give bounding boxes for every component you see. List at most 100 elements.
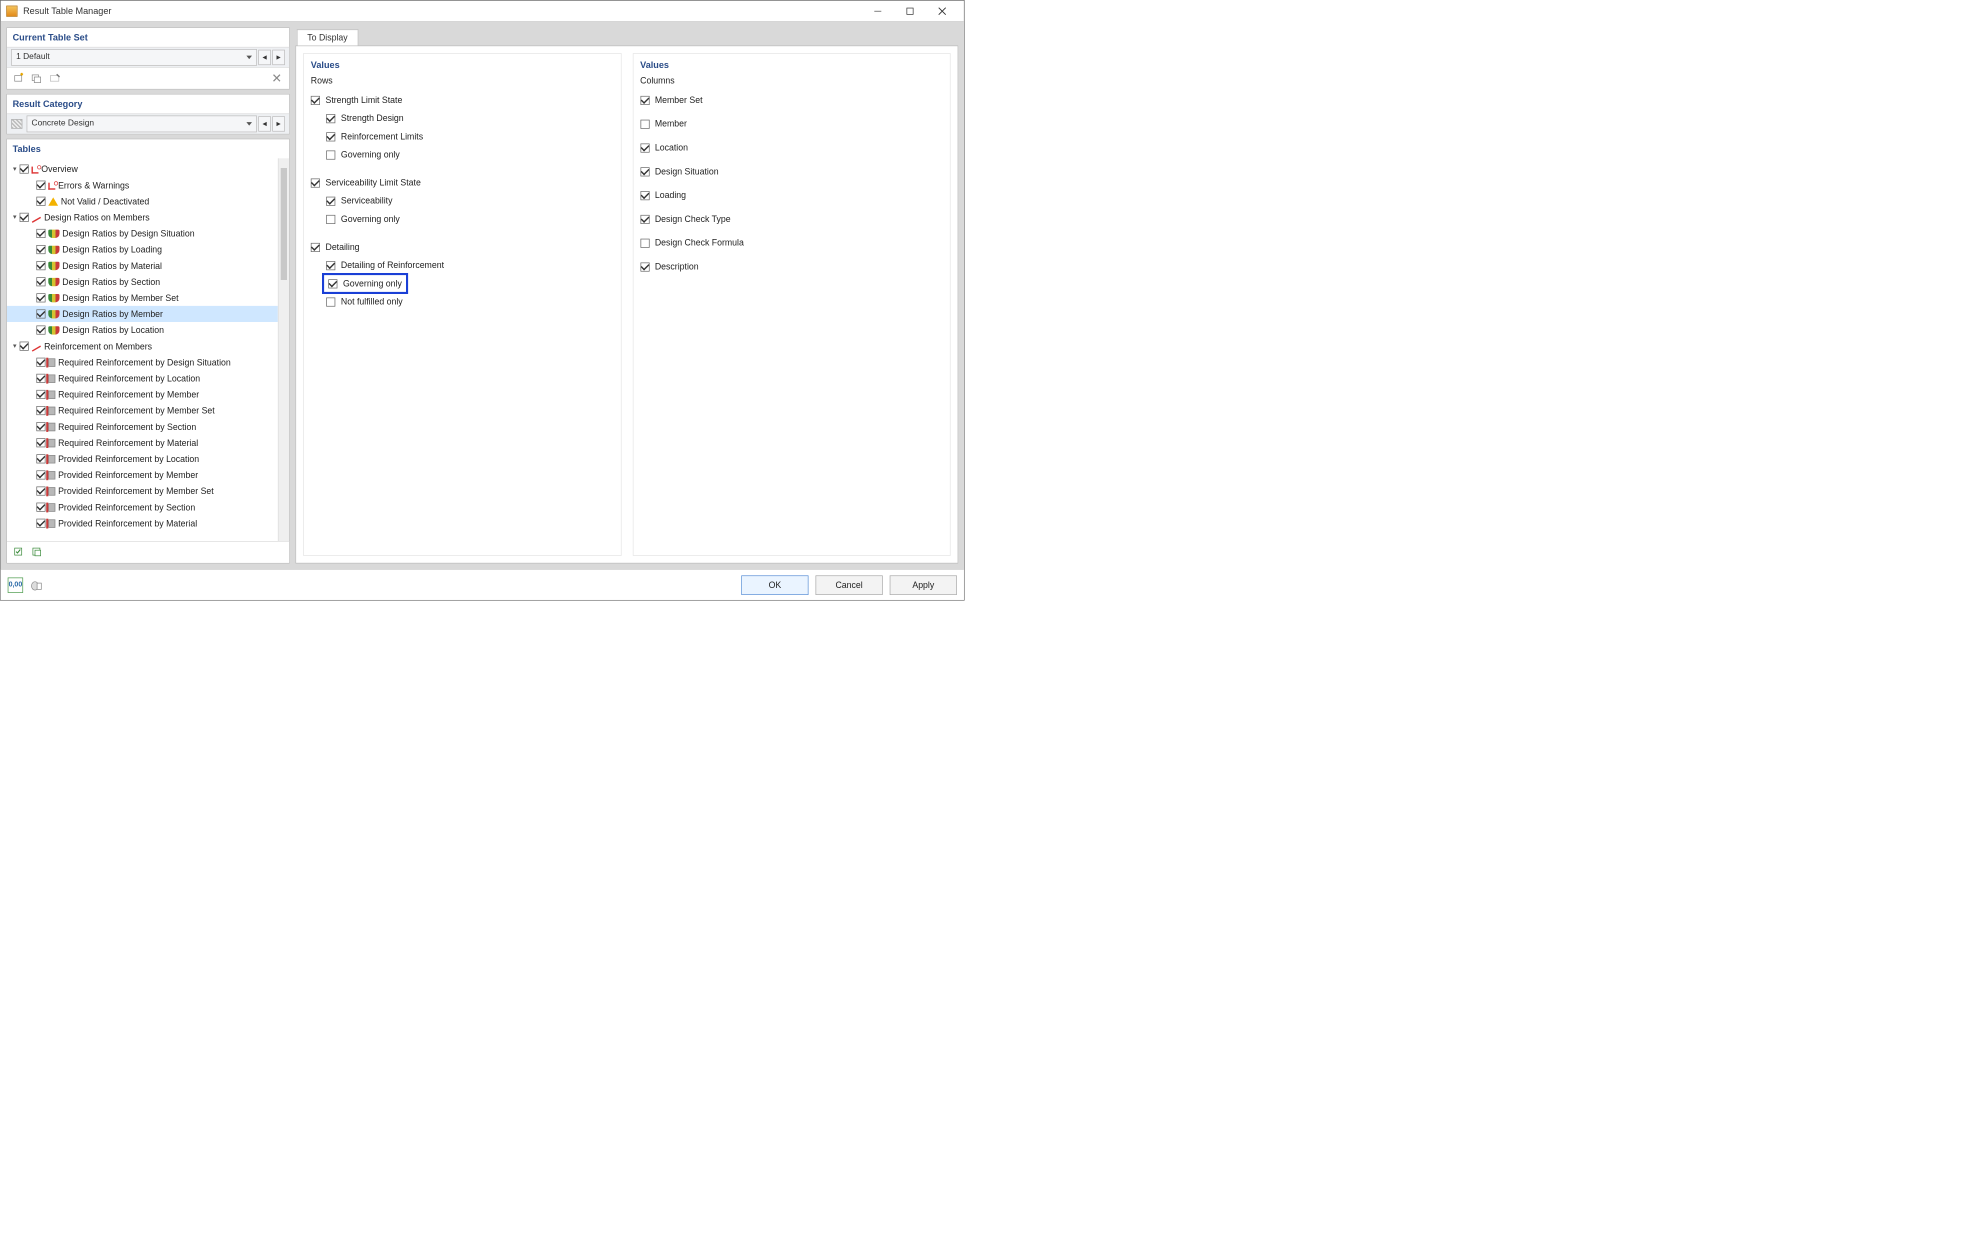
tree-row[interactable]: Required Reinforcement by Member bbox=[7, 386, 278, 402]
cols-item[interactable]: Member Set bbox=[640, 91, 943, 109]
rows-item[interactable]: Governing only bbox=[311, 210, 614, 228]
checkbox[interactable] bbox=[640, 191, 649, 200]
expander-icon[interactable]: ▾ bbox=[10, 342, 20, 350]
clipboard-icon[interactable] bbox=[29, 577, 44, 592]
checkbox[interactable] bbox=[326, 297, 335, 306]
checkbox[interactable] bbox=[640, 167, 649, 176]
tree-row[interactable]: Provided Reinforcement by Member bbox=[7, 467, 278, 483]
rename-tableset-icon[interactable] bbox=[48, 71, 63, 86]
checkbox[interactable] bbox=[640, 215, 649, 224]
apply-button[interactable]: Apply bbox=[890, 575, 957, 595]
ok-button[interactable]: OK bbox=[741, 575, 808, 595]
tree-row[interactable]: Provided Reinforcement by Member Set bbox=[7, 483, 278, 499]
tree-row[interactable]: Required Reinforcement by Member Set bbox=[7, 403, 278, 419]
checkbox[interactable] bbox=[326, 114, 335, 123]
check-all-icon[interactable] bbox=[11, 545, 26, 560]
rows-item[interactable]: Reinforcement Limits bbox=[311, 127, 614, 145]
tree-checkbox[interactable] bbox=[36, 326, 45, 335]
tree-checkbox[interactable] bbox=[36, 245, 45, 254]
expander-icon[interactable]: ▾ bbox=[10, 165, 20, 173]
cols-item[interactable]: Design Situation bbox=[640, 162, 943, 180]
tree-checkbox[interactable] bbox=[36, 470, 45, 479]
tree-row[interactable]: Design Ratios by Member bbox=[7, 306, 278, 322]
checkbox[interactable] bbox=[311, 243, 320, 252]
scrollbar-thumb[interactable] bbox=[281, 168, 287, 280]
tree-row[interactable]: ▾Reinforcement on Members bbox=[7, 338, 278, 354]
tree-checkbox[interactable] bbox=[36, 293, 45, 302]
tree-row[interactable]: Design Ratios by Section bbox=[7, 274, 278, 290]
cols-item[interactable]: Loading bbox=[640, 186, 943, 204]
rows-item[interactable]: Not fulfilled only bbox=[311, 293, 614, 311]
cols-item[interactable]: Location bbox=[640, 139, 943, 157]
tree-row[interactable]: Provided Reinforcement by Material bbox=[7, 515, 278, 531]
new-tableset-icon[interactable] bbox=[11, 71, 26, 86]
close-button[interactable] bbox=[926, 1, 958, 21]
tree-checkbox[interactable] bbox=[36, 374, 45, 383]
tree-row[interactable]: Required Reinforcement by Design Situati… bbox=[7, 354, 278, 370]
checkbox[interactable] bbox=[326, 196, 335, 205]
tree-checkbox[interactable] bbox=[36, 422, 45, 431]
result-category-dropdown[interactable]: Concrete Design bbox=[27, 116, 257, 133]
delete-tableset-icon[interactable]: ✕ bbox=[269, 71, 285, 86]
minimize-button[interactable] bbox=[862, 1, 894, 21]
maximize-button[interactable] bbox=[894, 1, 926, 21]
tree-checkbox[interactable] bbox=[20, 213, 29, 222]
rows-item[interactable]: Governing only bbox=[311, 274, 614, 292]
tables-tree[interactable]: ▾OverviewErrors & WarningsNot Valid / De… bbox=[7, 158, 278, 541]
tree-scrollbar[interactable] bbox=[278, 158, 289, 541]
cols-item[interactable]: Design Check Formula bbox=[640, 234, 943, 252]
checkbox[interactable] bbox=[640, 262, 649, 271]
rows-item[interactable]: Serviceability bbox=[311, 192, 614, 210]
cols-item[interactable]: Description bbox=[640, 258, 943, 276]
uncheck-all-icon[interactable] bbox=[29, 545, 44, 560]
tree-checkbox[interactable] bbox=[36, 197, 45, 206]
tree-row[interactable]: Design Ratios by Loading bbox=[7, 242, 278, 258]
tree-checkbox[interactable] bbox=[36, 277, 45, 286]
tree-row[interactable]: ▾Overview bbox=[7, 161, 278, 177]
rows-item[interactable]: Governing only bbox=[311, 146, 614, 164]
tree-checkbox[interactable] bbox=[36, 181, 45, 190]
tree-row[interactable]: Errors & Warnings bbox=[7, 177, 278, 193]
tree-checkbox[interactable] bbox=[20, 342, 29, 351]
cancel-button[interactable]: Cancel bbox=[816, 575, 883, 595]
tree-checkbox[interactable] bbox=[36, 438, 45, 447]
tree-row[interactable]: Design Ratios by Location bbox=[7, 322, 278, 338]
tree-checkbox[interactable] bbox=[36, 229, 45, 238]
tree-row[interactable]: Required Reinforcement by Material bbox=[7, 435, 278, 451]
tree-row[interactable]: ▾Design Ratios on Members bbox=[7, 209, 278, 225]
rows-group[interactable]: Serviceability Limit State bbox=[311, 174, 614, 192]
expander-icon[interactable]: ▾ bbox=[10, 214, 20, 222]
cols-item[interactable]: Member bbox=[640, 115, 943, 133]
tree-row[interactable]: Required Reinforcement by Location bbox=[7, 370, 278, 386]
tree-checkbox[interactable] bbox=[36, 358, 45, 367]
current-table-set-dropdown[interactable]: 1 Default bbox=[11, 49, 257, 66]
category-next-button[interactable]: ► bbox=[272, 116, 285, 131]
tab-to-display[interactable]: To Display bbox=[297, 29, 358, 45]
checkbox[interactable] bbox=[640, 143, 649, 152]
rows-group[interactable]: Strength Limit State bbox=[311, 91, 614, 109]
tree-checkbox[interactable] bbox=[36, 261, 45, 270]
tree-row[interactable]: Not Valid / Deactivated bbox=[7, 193, 278, 209]
tableset-next-button[interactable]: ► bbox=[272, 50, 285, 65]
checkbox[interactable] bbox=[326, 261, 335, 270]
tree-checkbox[interactable] bbox=[36, 454, 45, 463]
tree-checkbox[interactable] bbox=[36, 390, 45, 399]
tree-checkbox[interactable] bbox=[36, 519, 45, 528]
cols-item[interactable]: Design Check Type bbox=[640, 210, 943, 228]
checkbox[interactable] bbox=[326, 132, 335, 141]
tableset-prev-button[interactable]: ◄ bbox=[258, 50, 271, 65]
decimals-icon[interactable]: 0,00 bbox=[8, 577, 23, 592]
category-prev-button[interactable]: ◄ bbox=[258, 116, 271, 131]
tree-checkbox[interactable] bbox=[20, 165, 29, 174]
checkbox[interactable] bbox=[328, 279, 337, 288]
checkbox[interactable] bbox=[311, 178, 320, 187]
copy-tableset-icon[interactable] bbox=[29, 71, 44, 86]
tree-checkbox[interactable] bbox=[36, 503, 45, 512]
checkbox[interactable] bbox=[640, 119, 649, 128]
rows-item[interactable]: Detailing of Reinforcement bbox=[311, 256, 614, 274]
tree-row[interactable]: Design Ratios by Material bbox=[7, 258, 278, 274]
checkbox[interactable] bbox=[640, 96, 649, 105]
rows-item[interactable]: Strength Design bbox=[311, 109, 614, 127]
checkbox[interactable] bbox=[326, 150, 335, 159]
tree-checkbox[interactable] bbox=[36, 406, 45, 415]
